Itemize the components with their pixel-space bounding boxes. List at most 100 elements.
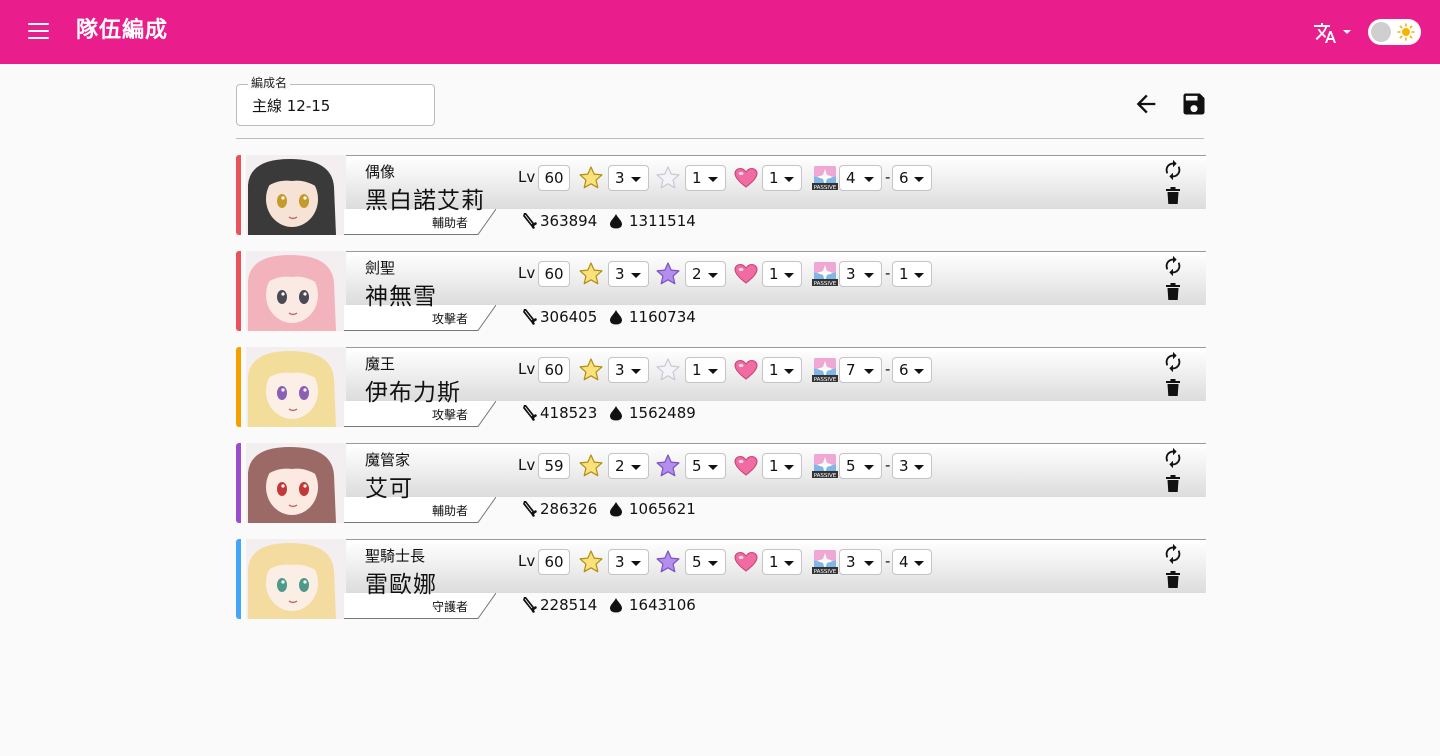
delete-character-button[interactable] bbox=[1165, 187, 1181, 205]
trash-icon bbox=[1166, 283, 1180, 300]
svg-text:PASSIVE: PASSIVE bbox=[814, 281, 837, 287]
drop-icon bbox=[610, 214, 622, 229]
passive-a-select[interactable]: 7 bbox=[839, 357, 882, 383]
favor-select[interactable]: 1 bbox=[762, 453, 802, 479]
star-select[interactable]: 3 bbox=[608, 261, 649, 287]
theme-toggle[interactable] bbox=[1368, 19, 1421, 45]
sword-icon bbox=[523, 501, 537, 517]
gold-star-icon bbox=[578, 453, 604, 479]
level-input[interactable]: 60 bbox=[538, 549, 570, 575]
passive-a-select[interactable]: 4 bbox=[839, 165, 882, 191]
character-title: 劍聖 bbox=[365, 259, 396, 277]
bond-star-select[interactable]: 1 bbox=[685, 357, 726, 383]
character-portrait bbox=[246, 347, 346, 427]
delete-character-button[interactable] bbox=[1165, 283, 1181, 301]
level-label: Lv bbox=[518, 456, 536, 474]
passive-b-select[interactable]: 4 bbox=[892, 549, 932, 575]
chevron-down-icon bbox=[784, 177, 794, 182]
trash-icon bbox=[1166, 379, 1180, 396]
passive-b-value: 4 bbox=[899, 553, 909, 571]
chevron-down-icon bbox=[1343, 30, 1351, 34]
bond-star-select[interactable]: 5 bbox=[685, 549, 726, 575]
favor-value: 1 bbox=[769, 265, 779, 283]
chevron-down-icon bbox=[708, 177, 718, 182]
swap-character-button[interactable] bbox=[1162, 543, 1184, 565]
character-portrait bbox=[246, 155, 346, 235]
bond-star-select[interactable]: 5 bbox=[685, 453, 726, 479]
star-select[interactable]: 3 bbox=[608, 357, 649, 383]
attack-value: 286326 bbox=[540, 500, 598, 518]
delete-character-button[interactable] bbox=[1165, 571, 1181, 589]
purple-star-icon bbox=[655, 549, 681, 575]
passive-separator: - bbox=[885, 456, 891, 474]
bond-star-select[interactable]: 1 bbox=[685, 165, 726, 191]
level-label: Lv bbox=[518, 552, 536, 570]
purple-star-icon bbox=[655, 357, 681, 383]
menu-icon-line bbox=[28, 30, 49, 32]
character-card: 魔王 伊布力斯 攻擊者 Lv 60 3 1 1 PASSIVE 7 -6 418523 1562489 bbox=[236, 347, 1206, 427]
swap-character-button[interactable] bbox=[1162, 255, 1184, 277]
passive-a-select[interactable]: 3 bbox=[839, 549, 882, 575]
sword-icon bbox=[523, 597, 537, 613]
attack-value: 363894 bbox=[540, 212, 598, 230]
translate-icon bbox=[1314, 23, 1336, 43]
passive-b-select[interactable]: 6 bbox=[892, 165, 932, 191]
purple-star-icon bbox=[655, 453, 681, 479]
chevron-down-icon bbox=[914, 465, 924, 470]
language-button[interactable] bbox=[1313, 20, 1353, 46]
team-name-input[interactable] bbox=[252, 96, 427, 114]
attack-value: 228514 bbox=[540, 596, 598, 614]
character-portrait bbox=[246, 539, 346, 619]
passive-a-select[interactable]: 3 bbox=[839, 261, 882, 287]
gold-star-icon bbox=[578, 261, 604, 287]
star-value: 3 bbox=[615, 169, 625, 187]
star-select[interactable]: 2 bbox=[608, 453, 649, 479]
divider bbox=[236, 138, 1204, 139]
character-role: 攻擊者 bbox=[432, 312, 469, 326]
drop-icon bbox=[610, 406, 622, 421]
favor-select[interactable]: 1 bbox=[762, 357, 802, 383]
class-color-bar bbox=[236, 251, 241, 331]
favor-select[interactable]: 1 bbox=[762, 261, 802, 287]
favor-select[interactable]: 1 bbox=[762, 549, 802, 575]
level-input[interactable]: 60 bbox=[538, 165, 570, 191]
heart-icon bbox=[733, 357, 759, 383]
character-role: 守護者 bbox=[432, 600, 469, 614]
character-title: 聖騎士長 bbox=[365, 547, 426, 565]
passive-b-select[interactable]: 1 bbox=[892, 261, 932, 287]
level-input[interactable]: 60 bbox=[538, 357, 570, 383]
passive-b-select[interactable]: 3 bbox=[892, 453, 932, 479]
menu-button[interactable] bbox=[22, 16, 56, 48]
team-name-field[interactable]: 編成名 bbox=[236, 76, 435, 126]
passive-b-select[interactable]: 6 bbox=[892, 357, 932, 383]
hp-value: 1065621 bbox=[629, 500, 696, 518]
delete-character-button[interactable] bbox=[1165, 379, 1181, 397]
heart-icon bbox=[733, 549, 759, 575]
favor-select[interactable]: 1 bbox=[762, 165, 802, 191]
level-input[interactable]: 59 bbox=[538, 453, 570, 479]
level-label: Lv bbox=[518, 360, 536, 378]
save-button[interactable] bbox=[1180, 90, 1208, 118]
swap-character-button[interactable] bbox=[1162, 351, 1184, 373]
delete-character-button[interactable] bbox=[1165, 475, 1181, 493]
trash-icon bbox=[1166, 571, 1180, 588]
character-name: 艾可 bbox=[365, 476, 413, 502]
passive-a-value: 3 bbox=[846, 265, 856, 283]
star-select[interactable]: 3 bbox=[608, 165, 649, 191]
swap-character-button[interactable] bbox=[1162, 159, 1184, 181]
passive-a-select[interactable]: 5 bbox=[839, 453, 882, 479]
bond-star-value: 1 bbox=[692, 169, 702, 187]
character-card: 劍聖 神無雪 攻擊者 Lv 60 3 2 1 PASSIVE 3-1 306405 1160734 bbox=[236, 251, 1206, 331]
chevron-down-icon bbox=[914, 561, 924, 566]
bond-star-select[interactable]: 2 bbox=[685, 261, 726, 287]
arrow-left-icon bbox=[1136, 94, 1156, 114]
heart-icon bbox=[733, 165, 759, 191]
bond-star-value: 2 bbox=[692, 265, 702, 283]
chevron-down-icon bbox=[631, 273, 641, 278]
purple-star-icon bbox=[655, 261, 681, 287]
level-input[interactable]: 60 bbox=[538, 261, 570, 287]
menu-icon bbox=[28, 23, 49, 25]
back-button[interactable] bbox=[1132, 90, 1160, 118]
star-select[interactable]: 3 bbox=[608, 549, 649, 575]
swap-character-button[interactable] bbox=[1162, 447, 1184, 469]
